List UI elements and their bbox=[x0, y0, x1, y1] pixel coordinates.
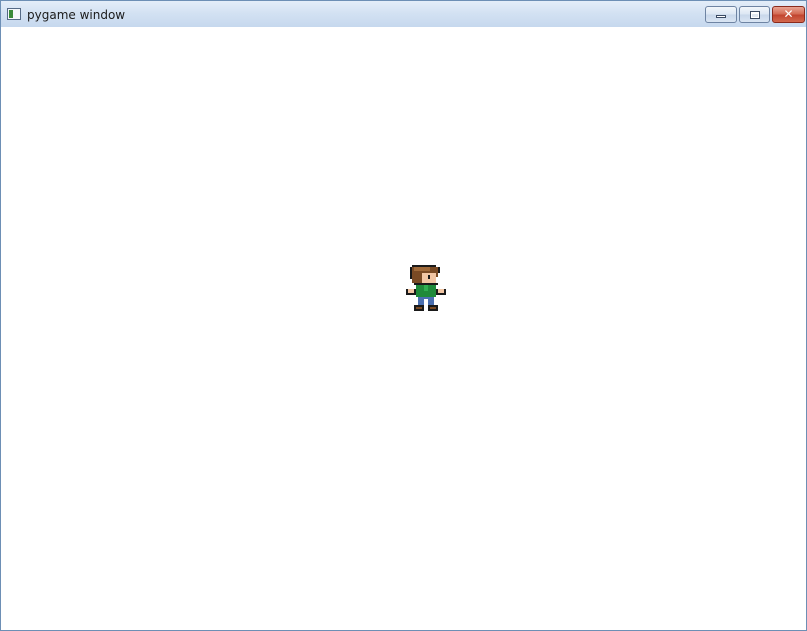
player-character-sprite bbox=[406, 265, 446, 311]
maximize-icon bbox=[750, 11, 760, 19]
close-button[interactable]: ✕ bbox=[772, 6, 805, 23]
minimize-button[interactable] bbox=[705, 6, 737, 23]
window-title: pygame window bbox=[27, 8, 126, 22]
pygame-app-icon[interactable] bbox=[7, 8, 21, 20]
minimize-icon bbox=[716, 15, 726, 18]
pygame-window: pygame window ✕ bbox=[0, 0, 807, 631]
game-canvas[interactable] bbox=[1, 27, 806, 630]
close-icon: ✕ bbox=[783, 7, 794, 21]
maximize-button[interactable] bbox=[739, 6, 770, 23]
title-bar[interactable]: pygame window ✕ bbox=[1, 1, 806, 27]
